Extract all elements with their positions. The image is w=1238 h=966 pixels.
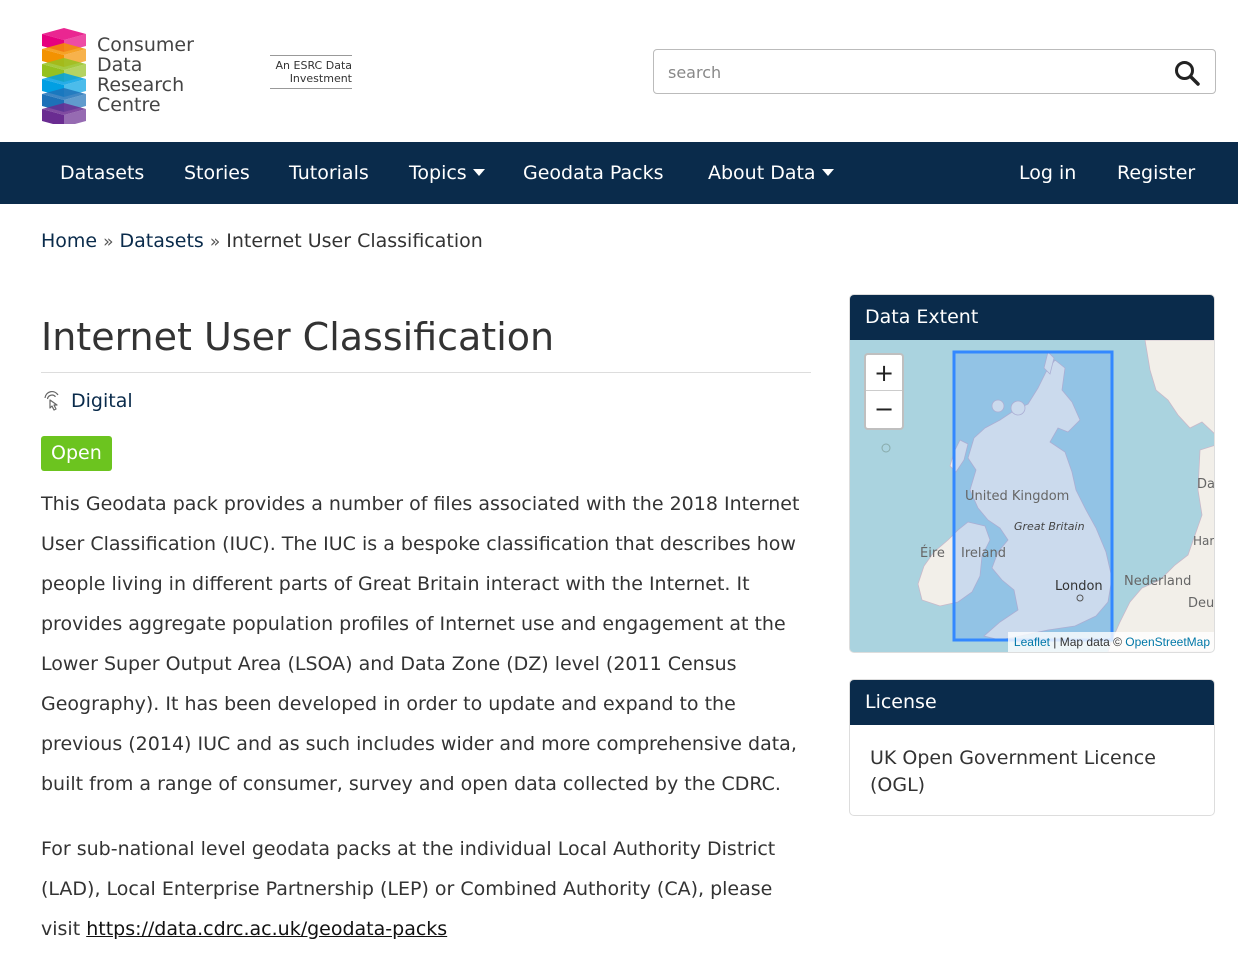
main-nav: Datasets Stories Tutorials Topics Geodat…: [0, 142, 1238, 204]
breadcrumb-home-link[interactable]: Home: [41, 230, 97, 252]
logo-line: Data: [97, 54, 143, 76]
page-title: Internet User Classification: [41, 315, 555, 359]
license-value: UK Open Government Licence (OGL): [870, 747, 1156, 796]
nav-label: Datasets: [60, 162, 145, 184]
nav-label: Stories: [184, 162, 250, 184]
esrc-badge: An ESRC Data Investment: [270, 55, 352, 89]
digital-touch-icon: [44, 390, 59, 411]
breadcrumb: Home» Datasets» Internet User Classificati…: [41, 230, 483, 252]
esrc-line: An ESRC Data: [275, 59, 352, 72]
nav-label: About Data: [708, 162, 816, 184]
zoom-out-button[interactable]: −: [866, 391, 902, 427]
breadcrumb-separator: »: [103, 232, 114, 252]
zoom-in-button[interactable]: +: [866, 355, 902, 391]
data-extent-heading: Data Extent: [850, 295, 1214, 340]
esrc-line: Investment: [289, 72, 352, 85]
nav-label: Tutorials: [289, 162, 369, 184]
logo-line: Consumer: [97, 34, 194, 56]
deu-map-label: Deu: [1188, 596, 1214, 611]
site-header: Consumer Data Research Centre An ESRC Da…: [0, 0, 1238, 142]
nav-register[interactable]: Register: [1117, 142, 1195, 204]
geodata-packs-paragraph: For sub-national level geodata packs at …: [41, 829, 816, 949]
london-map-label: London: [1055, 579, 1103, 594]
license-heading: License: [850, 680, 1214, 725]
search-box: [653, 49, 1216, 94]
gb-map-label: Great Britain: [1014, 520, 1085, 533]
nav-log-in[interactable]: Log in: [1019, 142, 1076, 204]
nav-label: Log in: [1019, 162, 1077, 184]
breadcrumb-separator: »: [209, 232, 221, 252]
breadcrumb-datasets-link[interactable]: Datasets: [120, 230, 204, 252]
nav-label: Geodata Packs: [523, 162, 664, 184]
nav-stories[interactable]: Stories: [184, 142, 250, 204]
logo-line: Centre: [97, 94, 161, 116]
license-card: License UK Open Government Licence (OGL): [849, 679, 1215, 816]
nederland-map-label: Nederland: [1124, 574, 1191, 589]
data-extent-card: Data Extent United Kingdom Great Britain: [849, 294, 1215, 653]
nav-label: Topics: [409, 162, 467, 184]
eire-map-label: Éire: [920, 545, 945, 561]
geodata-packs-link[interactable]: https://data.cdrc.ac.uk/geodata-packs: [86, 918, 447, 940]
openstreetmap-link[interactable]: OpenStreetMap: [1125, 635, 1210, 649]
nav-label: Register: [1117, 162, 1196, 184]
leaflet-link[interactable]: Leaflet: [1014, 635, 1050, 649]
dan-map-label: Dan: [1197, 477, 1215, 492]
zoom-control: + −: [864, 353, 904, 430]
topic-tag[interactable]: Digital: [41, 388, 133, 414]
caret-down-icon: [821, 169, 834, 176]
logo-line: Research: [97, 74, 185, 96]
map-attribution: Leaflet | Map data © OpenStreetMap: [1007, 632, 1214, 652]
nav-datasets[interactable]: Datasets: [60, 142, 144, 204]
title-divider: [41, 372, 811, 373]
nav-topics-dropdown[interactable]: Topics: [409, 142, 485, 204]
status-badge: Open: [41, 436, 112, 471]
ireland-map-label: Ireland: [961, 546, 1006, 561]
nav-tutorials[interactable]: Tutorials: [289, 142, 369, 204]
logo-text[interactable]: Consumer Data Research Centre: [97, 35, 194, 115]
uk-map-label: United Kingdom: [965, 489, 1069, 504]
search-input[interactable]: [668, 59, 1148, 85]
extent-map[interactable]: United Kingdom Great Britain Éire Irelan…: [850, 340, 1215, 652]
attribution-text: | Map data ©: [1049, 635, 1126, 649]
description-paragraph: This Geodata pack provides a number of f…: [41, 493, 800, 795]
map-canvas[interactable]: United Kingdom Great Britain Éire Irelan…: [850, 340, 1215, 652]
breadcrumb-current: Internet User Classification: [226, 230, 483, 252]
search-icon[interactable]: [1173, 59, 1201, 87]
nav-geodata-packs[interactable]: Geodata Packs: [523, 142, 663, 204]
topic-label: Digital: [71, 390, 133, 412]
caret-down-icon: [472, 169, 485, 176]
har-map-label: Har: [1193, 534, 1214, 548]
nav-about-data-dropdown[interactable]: About Data: [708, 142, 834, 204]
